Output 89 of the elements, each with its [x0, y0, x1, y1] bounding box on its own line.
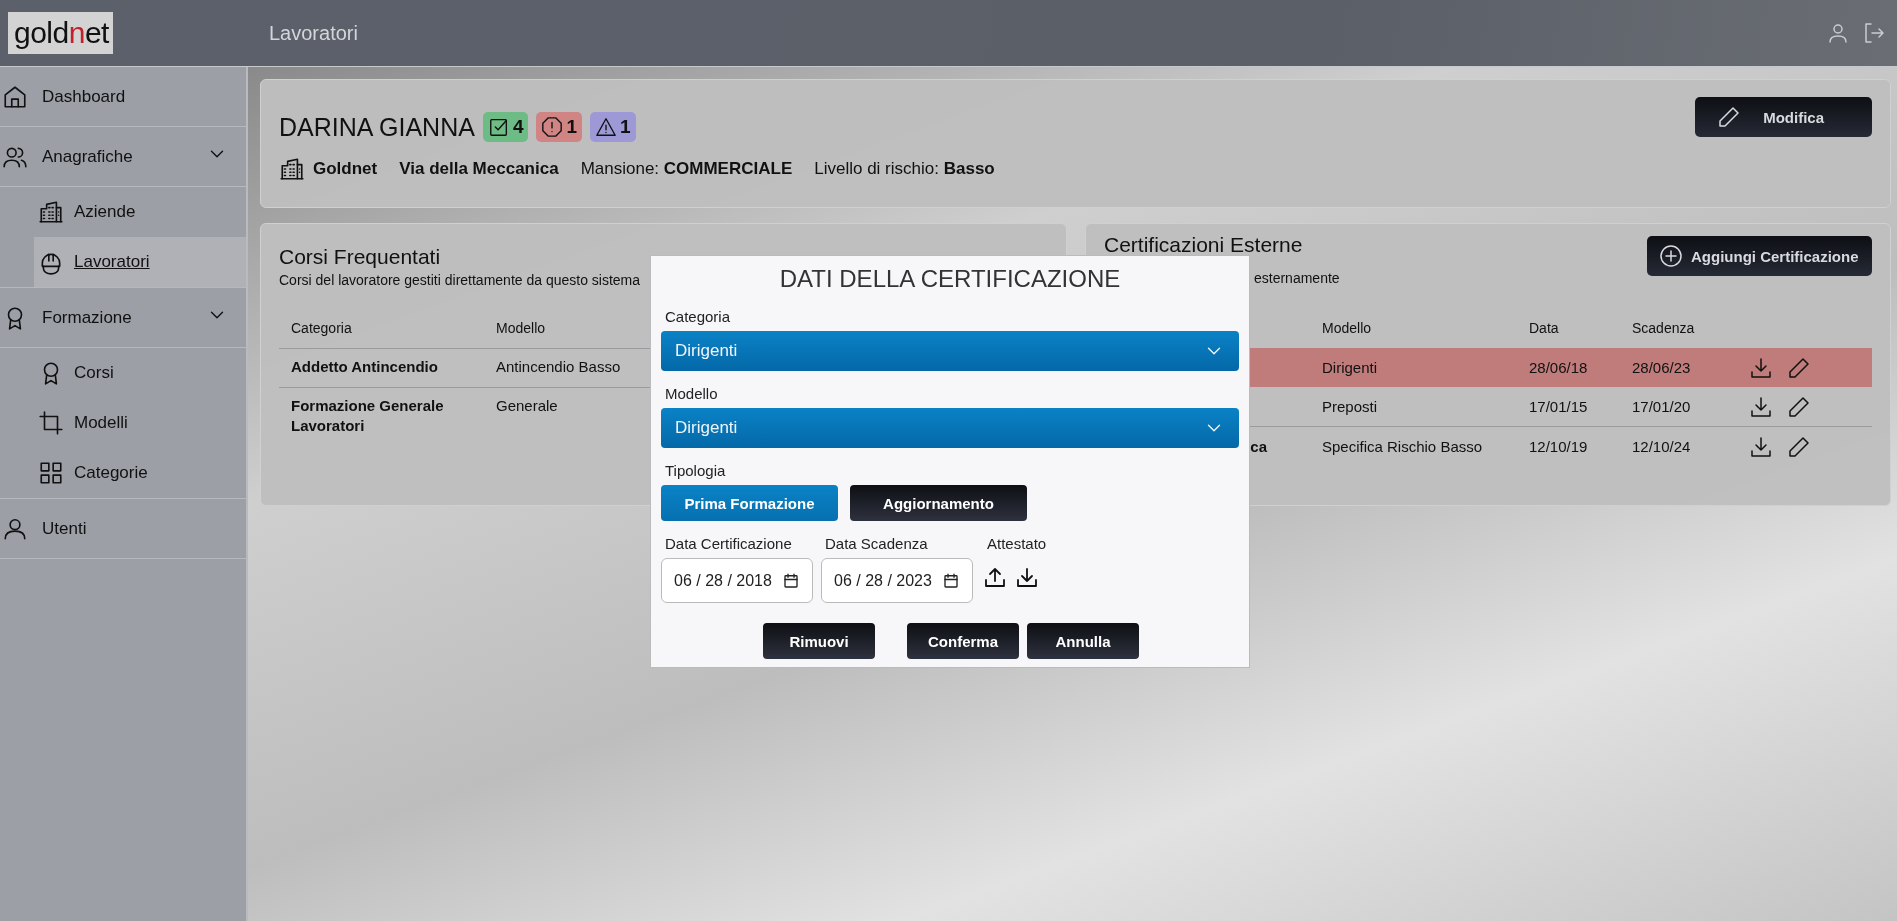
field-label: Data Certificazione	[665, 535, 793, 552]
worker-name: DARINA GIANNA	[279, 112, 475, 142]
edit-button[interactable]	[1787, 394, 1811, 419]
sidebar-subitem[interactable]: Aziende	[34, 187, 246, 237]
table-cell-text: Generale	[496, 396, 559, 416]
company-name: Goldnet	[313, 158, 378, 179]
download-icon	[1749, 394, 1773, 419]
dropdown[interactable]: Dirigenti	[661, 408, 1239, 448]
user-icon	[1826, 21, 1850, 45]
building-icon	[38, 199, 64, 225]
edit-button[interactable]	[1787, 434, 1811, 459]
field-label: Modello	[665, 385, 719, 402]
building-icon	[279, 155, 305, 182]
download-icon	[1749, 434, 1773, 459]
check-square-icon	[487, 116, 510, 138]
grid-icon	[38, 460, 64, 486]
pencil-icon	[1787, 434, 1811, 459]
sidebar-subitem[interactable]: Corsi	[34, 348, 246, 398]
table-cell-text: 17/01/20	[1632, 398, 1692, 415]
pencil-icon	[1787, 355, 1811, 380]
calendar-icon	[782, 571, 800, 590]
download-button[interactable]	[1749, 394, 1773, 419]
sidebar-item[interactable]: Anagrafiche	[0, 127, 246, 187]
field-label: Categoria	[665, 308, 732, 325]
field-label: Data Scadenza	[825, 535, 929, 552]
dialog-button[interactable]: Conferma	[907, 623, 1019, 659]
column-header: Modello	[1322, 320, 1373, 336]
field-label: Attestato	[987, 535, 1047, 552]
card-title: Corsi Frequentati	[279, 244, 442, 270]
table-cell-text: Dirigenti	[1322, 359, 1379, 376]
download-icon	[1015, 566, 1039, 590]
dropdown[interactable]: Dirigenti	[661, 331, 1239, 371]
download-icon	[1749, 355, 1773, 380]
pencil-icon	[1787, 394, 1811, 419]
count-badge: 4	[482, 112, 529, 142]
dialog-button[interactable]: Rimuovi	[763, 623, 875, 659]
table-cell-text: 12/10/19	[1529, 438, 1589, 455]
table-cell-text: Antincendio Basso	[496, 357, 622, 377]
table-cell-text: Formazione Generale Lavoratori	[291, 396, 445, 436]
address: Via della Meccanica	[399, 158, 559, 179]
column-header: Categoria	[291, 320, 353, 336]
pencil-icon	[1717, 105, 1741, 129]
download-button[interactable]	[1749, 434, 1773, 459]
logout-icon	[1862, 21, 1886, 45]
date-field[interactable]: 06 / 28 / 2023	[821, 558, 973, 603]
toggle-button[interactable]: Prima Formazione	[661, 485, 838, 521]
sidebar-subitem[interactable]: Modelli	[34, 398, 246, 448]
column-header: Scadenza	[1632, 320, 1696, 336]
card-subtitle: Corsi del lavoratore gestiti direttamente da questo sistema	[279, 272, 641, 288]
risk-level-text: Livello di rischio: Basso	[814, 158, 995, 179]
alert-octagon-icon	[541, 116, 564, 138]
warning-icon	[595, 116, 618, 138]
table-cell-text: 12/10/24	[1632, 438, 1692, 455]
page-title: Lavoratori	[269, 21, 358, 45]
edit-button[interactable]	[1787, 355, 1811, 380]
table-cell-text: 28/06/18	[1529, 359, 1589, 376]
sidebar-subitem[interactable]: Categorie	[34, 448, 246, 498]
table-cell-text: Specifica Rischio Basso	[1322, 438, 1484, 455]
upload-button[interactable]	[983, 566, 1007, 590]
table-cell-text: 28/06/23	[1632, 359, 1692, 376]
date-field[interactable]: 06 / 28 / 2018	[661, 558, 813, 603]
add-certification-button[interactable]: Aggiungi Certificazione	[1647, 236, 1872, 276]
count-badge: 1	[590, 112, 636, 142]
plus-circle-icon	[1659, 244, 1683, 268]
goldnet-logo: goldnet	[8, 12, 113, 54]
table-cell-text: Addetto Antincendio	[291, 357, 439, 377]
table-cell-text: ca	[1249, 438, 1268, 455]
crop-icon	[38, 410, 64, 436]
sidebar-item[interactable]: Dashboard	[0, 67, 246, 127]
dialog-button[interactable]: Annulla	[1027, 623, 1139, 659]
field-label: Tipologia	[665, 462, 727, 479]
column-header: Data	[1529, 320, 1560, 336]
table-cell-text: Preposti	[1322, 398, 1379, 415]
calendar-icon	[942, 571, 960, 590]
upload-icon	[983, 566, 1007, 590]
logout-button[interactable]	[1862, 21, 1886, 45]
download-button[interactable]	[1015, 566, 1039, 590]
column-header: Modello	[496, 320, 547, 336]
edit-button[interactable]: Modifica	[1695, 97, 1872, 137]
sidebar-item[interactable]: Formazione	[0, 288, 246, 348]
table-cell-text: 17/01/15	[1529, 398, 1589, 415]
role-text: Mansione: COMMERCIALE	[580, 158, 793, 179]
dialog-title: DATI DELLA CERTIFICAZIONE	[778, 264, 1122, 294]
sidebar-item[interactable]: Utenti	[0, 499, 246, 559]
count-badge: 1	[536, 112, 583, 142]
sidebar-subitem[interactable]: Lavoratori	[34, 237, 246, 287]
toggle-button[interactable]: Aggiornamento	[850, 485, 1027, 521]
card-title: Certificazioni Esterne	[1104, 232, 1303, 258]
user-button[interactable]	[1826, 21, 1850, 45]
